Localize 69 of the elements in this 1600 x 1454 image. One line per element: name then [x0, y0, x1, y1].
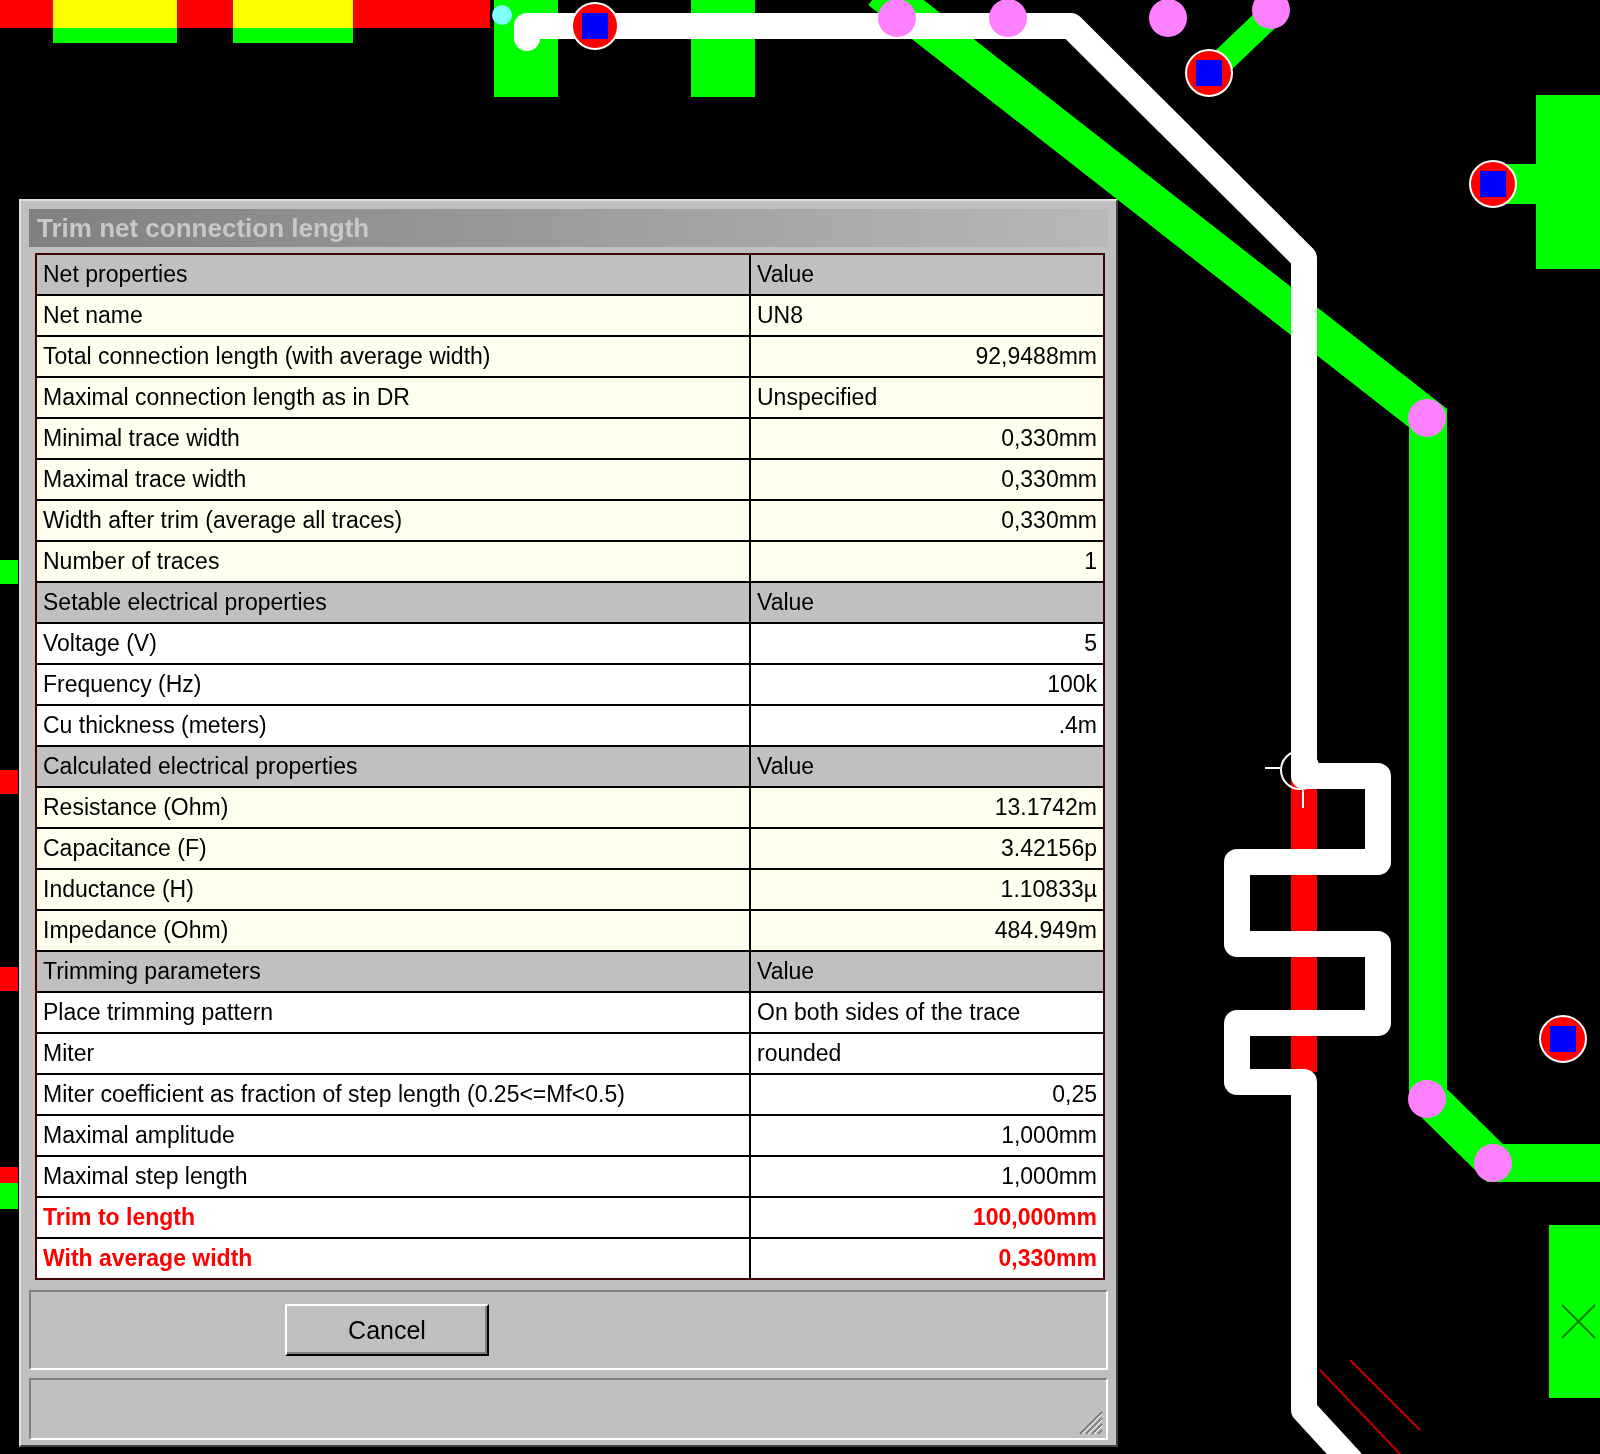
column-header: Value — [751, 952, 1103, 991]
property-value[interactable]: 13.1742m — [751, 788, 1103, 827]
property-value[interactable]: 0,330mm — [751, 460, 1103, 499]
column-header: Value — [751, 583, 1103, 622]
property-label: Net name — [37, 296, 749, 335]
property-label: Impedance (Ohm) — [37, 911, 749, 950]
property-value[interactable]: 5 — [751, 624, 1103, 663]
via — [989, 0, 1027, 37]
property-value[interactable]: 1 — [751, 542, 1103, 581]
column-header: Trimming parameters — [37, 952, 749, 991]
copper-strip — [0, 770, 18, 794]
property-value[interactable]: 484.949m — [751, 911, 1103, 950]
property-label: Resistance (Ohm) — [37, 788, 749, 827]
pad — [1469, 160, 1517, 208]
property-value[interactable]: On both sides of the trace — [751, 993, 1103, 1032]
copper-strip — [0, 967, 18, 991]
property-label: Width after trim (average all traces) — [37, 501, 749, 540]
window-title: Trim net connection length — [29, 209, 1108, 247]
property-label: Capacitance (F) — [37, 829, 749, 868]
column-header: Calculated electrical properties — [37, 747, 749, 786]
column-header: Value — [751, 747, 1103, 786]
property-label: With average width — [37, 1239, 749, 1278]
property-label: Trim to length — [37, 1198, 749, 1237]
cancel-button[interactable]: Cancel — [285, 1304, 489, 1356]
property-value[interactable]: 92,9488mm — [751, 337, 1103, 376]
property-label: Maximal trace width — [37, 460, 749, 499]
column-header: Net properties — [37, 255, 749, 294]
property-value[interactable]: 0,25 — [751, 1075, 1103, 1114]
property-value[interactable]: rounded — [751, 1034, 1103, 1073]
property-label: Miter — [37, 1034, 749, 1073]
property-value[interactable]: 0,330mm — [751, 1239, 1103, 1278]
property-label: Maximal step length — [37, 1157, 749, 1196]
property-label: Miter coefficient as fraction of step length (0.25<=Mf<0.5) — [37, 1075, 749, 1114]
property-label: Frequency (Hz) — [37, 665, 749, 704]
copper-strip — [0, 560, 18, 584]
property-label: Number of traces — [37, 542, 749, 581]
property-label: Maximal connection length as in DR — [37, 378, 749, 417]
via — [1408, 399, 1446, 437]
column-header: Value — [751, 255, 1103, 294]
pad — [1185, 49, 1233, 97]
crosshair-cursor — [1264, 750, 1320, 809]
property-value[interactable]: .4m — [751, 706, 1103, 745]
property-value[interactable]: 3.42156p — [751, 829, 1103, 868]
via — [492, 5, 512, 25]
pad — [571, 2, 619, 50]
property-value[interactable]: 100k — [751, 665, 1103, 704]
property-value[interactable]: 1,000mm — [751, 1116, 1103, 1155]
property-label: Cu thickness (meters) — [37, 706, 749, 745]
property-label: Inductance (H) — [37, 870, 749, 909]
property-value[interactable]: 100,000mm — [751, 1198, 1103, 1237]
property-label: Maximal amplitude — [37, 1116, 749, 1155]
property-value[interactable]: 0,330mm — [751, 501, 1103, 540]
property-label: Minimal trace width — [37, 419, 749, 458]
property-label: Place trimming pattern — [37, 993, 749, 1032]
property-value[interactable]: UN8 — [751, 296, 1103, 335]
cross-mark — [1561, 1304, 1596, 1339]
via — [878, 0, 916, 37]
property-label: Total connection length (with average width) — [37, 337, 749, 376]
property-label: Voltage (V) — [37, 624, 749, 663]
property-value[interactable]: 1.10833µ — [751, 870, 1103, 909]
property-value[interactable]: 0,330mm — [751, 419, 1103, 458]
pad — [1539, 1015, 1587, 1063]
via — [1474, 1144, 1512, 1182]
column-header: Setable electrical properties — [37, 583, 749, 622]
property-value[interactable]: 1,000mm — [751, 1157, 1103, 1196]
via — [1408, 1080, 1446, 1118]
via — [1149, 0, 1187, 37]
via — [1252, 0, 1290, 29]
property-value[interactable]: Unspecified — [751, 378, 1103, 417]
